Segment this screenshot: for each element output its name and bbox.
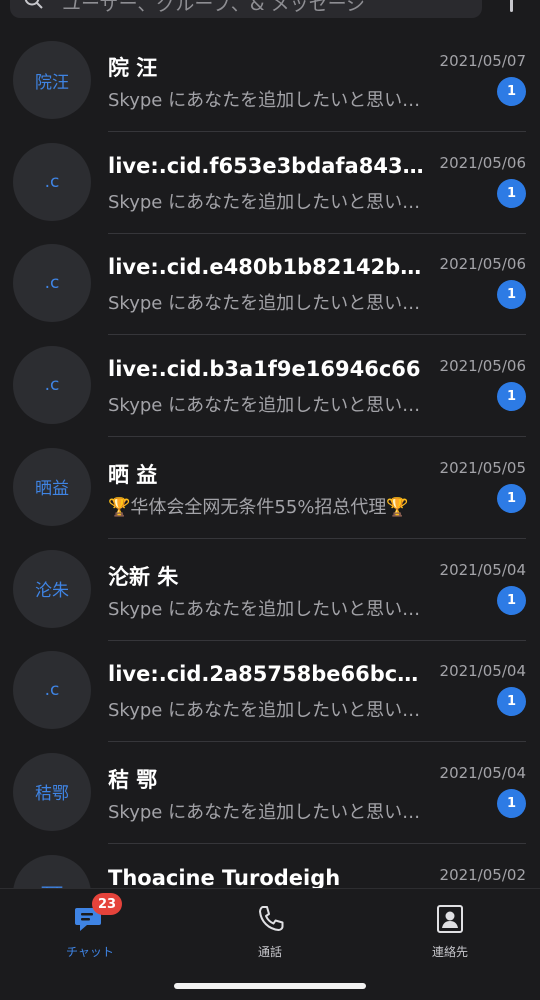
chat-date: 2021/05/06 [439,255,526,274]
chat-preview: Skype にあなたを追加したいと思い… [108,395,421,417]
phone-icon [254,903,286,935]
unread-badge: 1 [497,178,526,208]
chat-preview: Skype にあなたを追加したいと思い… [108,293,421,315]
chat-name: live:.cid.e480b1b82142b5… [108,255,428,280]
avatar: 院汪 [13,41,91,119]
unread-badge: 1 [497,280,526,310]
chat-date: 2021/05/04 [439,560,526,579]
unread-badge: 1 [497,382,526,412]
chat-date: 2021/05/07 [439,52,526,70]
chat-row[interactable]: .c live:.cid.2a85758be66bc9… Skype にあなたを… [0,640,540,743]
tab-chat[interactable]: 23 チャット [30,893,150,959]
tab-calls[interactable]: 通話 [210,899,330,959]
chat-preview: Skype にあなたを追加したいと思い… [108,801,421,823]
search-icon [24,0,44,14]
chat-date: 2021/05/06 [439,357,526,376]
more-options-icon[interactable] [502,0,522,14]
chat-name: live:.cid.f653e3bdafa8432b [108,153,428,178]
unread-badge: 1 [497,77,526,106]
avatar: .c [13,142,91,221]
chat-date: 2021/05/02 [439,865,526,884]
chat-name: 秸 鄂 [108,767,158,792]
avatar: 沦朱 [13,549,91,628]
tab-label: 連絡先 [431,945,468,959]
chat-row[interactable]: TT Thoacine Turodeigh 2021/05/02 [0,844,540,888]
avatar: .c [13,346,91,425]
chat-row[interactable]: 院汪 院 汪 Skype にあなたを追加したいと思いま… 2021/05/07 … [0,30,540,132]
tab-label: チャット [66,945,114,959]
unread-count-badge: 23 [92,893,122,915]
tab-label: 通話 [257,945,282,959]
unread-badge: 1 [497,585,526,615]
avatar: TT [13,854,91,888]
avatar: 秸鄂 [13,752,91,831]
chat-date: 2021/05/05 [439,458,526,477]
chat-name: 院 汪 [108,56,158,80]
chat-name: 晒 益 [108,462,158,487]
chat-name: 沦新 朱 [108,564,179,589]
search-placeholder: ユーザー、グループ、& メッセージ [62,0,366,15]
chat-row[interactable]: 秸鄂 秸 鄂 Skype にあなたを追加したいと思い… 2021/05/04 1 [0,742,540,844]
chat-preview: Skype にあなたを追加したいと思いま… [108,90,433,111]
chat-date: 2021/05/04 [439,763,526,782]
avatar: 晒益 [13,447,91,526]
avatar: .c [13,244,91,323]
chat-date: 2021/05/04 [439,662,526,681]
unread-badge: 1 [497,687,526,717]
chat-list: 院汪 院 汪 Skype にあなたを追加したいと思いま… 2021/05/07 … [0,30,540,888]
chat-row[interactable]: 晒益 晒 益 🏆华体会全网无条件55%招总代理🏆 2021/05/05 1 [0,437,540,539]
chat-preview: Skype にあなたを追加したいと思い… [108,191,421,213]
chat-preview: Skype にあなたを追加したいと思い… [108,700,421,722]
search-bar: ユーザー、グループ、& メッセージ [0,0,540,30]
search-input[interactable]: ユーザー、グループ、& メッセージ [10,0,482,18]
chat-name: live:.cid.b3a1f9e16946c66 [108,357,421,382]
chat-preview: 🏆华体会全网无条件55%招总代理🏆 [108,496,409,518]
unread-badge: 1 [497,788,526,818]
unread-badge: 1 [497,483,526,513]
chat-name: live:.cid.2a85758be66bc9… [108,662,428,687]
chat-preview: Skype にあなたを追加したいと思い… [108,598,421,620]
chat-name: Thoacine Turodeigh [108,865,341,888]
chat-row[interactable]: .c live:.cid.e480b1b82142b5… Skype にあなたを… [0,233,540,336]
home-indicator[interactable] [174,983,366,989]
avatar: .c [13,651,91,730]
chat-row[interactable]: .c live:.cid.b3a1f9e16946c66 Skype にあなたを… [0,335,540,438]
contacts-icon [434,903,466,935]
chat-row[interactable]: .c live:.cid.f653e3bdafa8432b Skype にあなた… [0,132,540,234]
tab-contacts[interactable]: 連絡先 [390,899,510,959]
chat-date: 2021/05/06 [439,153,526,172]
chat-row[interactable]: 沦朱 沦新 朱 Skype にあなたを追加したいと思い… 2021/05/04 … [0,539,540,641]
